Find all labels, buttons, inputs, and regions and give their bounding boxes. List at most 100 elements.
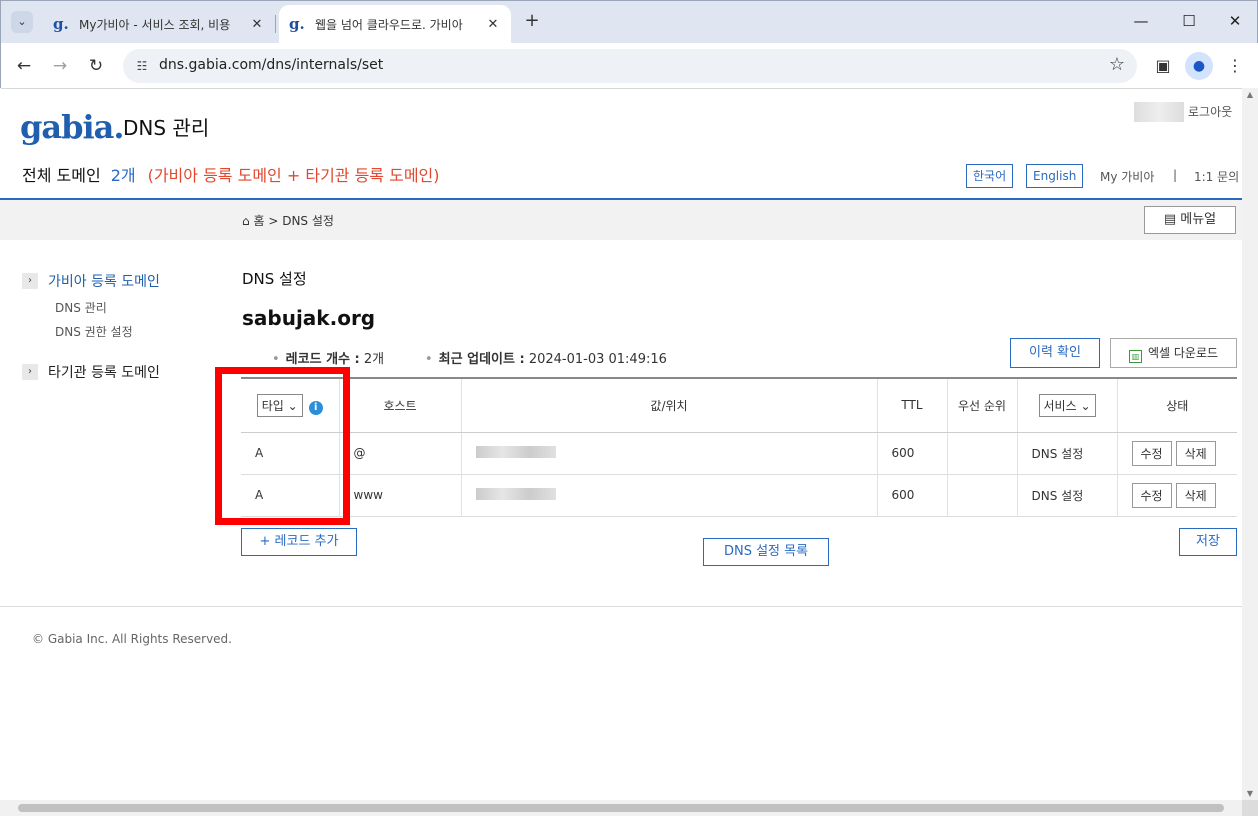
address-bar[interactable]: ☷ dns.gabia.com/dns/internals/set ☆ (123, 49, 1137, 83)
cell-value-redacted (460, 474, 877, 517)
close-window-icon[interactable]: ✕ (1223, 9, 1247, 33)
forward-icon[interactable]: → (47, 53, 73, 79)
sidebar-item-other-domains[interactable]: › 타기관 등록 도메인 (22, 362, 160, 382)
scrollbar-corner (1242, 800, 1258, 816)
bookmark-star-icon[interactable]: ☆ (1109, 54, 1125, 75)
service-filter-select[interactable]: 서비스 ⌄ (1038, 393, 1096, 417)
scroll-down-icon[interactable]: ▼ (1242, 789, 1258, 798)
summary-label: 전체 도메인 (22, 166, 101, 185)
excel-icon: ▥ (1128, 350, 1142, 363)
tab-strip: ⌄ g. My가비아 - 서비스 조회, 비용 ✕ g. 웹을 넘어 클라우드로… (1, 1, 1258, 43)
value-header: 값/위치 (460, 377, 877, 433)
summary-detail: (가비아 등록 도메인 + 타기관 등록 도메인) (147, 166, 440, 185)
page-content: gabia. DNS 관리 로그아웃 전체 도메인 2개 (가비아 등록 도메인 +… (0, 88, 1242, 800)
tab-search-icon[interactable]: ⌄ (11, 11, 33, 33)
cell-host: www (338, 474, 461, 517)
user-name-redacted (1134, 102, 1184, 122)
browser-chrome: ⌄ g. My가비아 - 서비스 조회, 비용 ✕ g. 웹을 넘어 클라우드로… (0, 0, 1258, 89)
cell-status: 수정 삭제 (1116, 474, 1237, 517)
status-header: 상태 (1116, 377, 1237, 433)
record-count: • 레코드 개수 : 2개 (272, 352, 385, 367)
browser-menu-icon[interactable]: ⋮ (1221, 52, 1249, 80)
lang-english-button[interactable]: English (1026, 164, 1084, 188)
tab-title: 웹을 넘어 클라우드로. 가비아 (315, 17, 463, 32)
app-title: DNS 관리 (123, 116, 210, 140)
maximize-icon[interactable]: ☐ (1177, 9, 1201, 33)
side-panel-icon[interactable]: ▣ (1149, 52, 1177, 80)
dns-records-table: 타입 ⌄ i 호스트 값/위치 TTL 우선 순위 서비스 ⌄ 상태 A @ 60… (241, 377, 1237, 517)
ttl-header: TTL (876, 377, 947, 433)
cell-host: @ (338, 432, 461, 475)
footer-divider (0, 606, 1242, 607)
breadcrumb: ⌂ 홈 > DNS 설정 (242, 212, 334, 229)
domain-summary: 전체 도메인 2개 (가비아 등록 도메인 + 타기관 등록 도메인) (22, 162, 440, 186)
highlight-annotation-box (215, 367, 350, 525)
summary-count[interactable]: 2개 (111, 166, 136, 185)
logout-link[interactable]: 로그아웃 (1188, 103, 1232, 120)
manual-button[interactable]: ▤ 메뉴얼 (1144, 206, 1236, 234)
home-icon[interactable]: ⌂ (242, 214, 250, 228)
tab-my-gabia[interactable]: g. My가비아 - 서비스 조회, 비용 ✕ (43, 5, 275, 43)
close-tab-icon[interactable]: ✕ (485, 17, 501, 32)
new-tab-icon[interactable]: + (521, 11, 543, 33)
edit-button[interactable]: 수정 (1131, 482, 1172, 508)
gabia-favicon-icon: g. (53, 15, 69, 33)
sidebar-item-dns-permission[interactable]: DNS 권한 설정 (55, 323, 133, 340)
edit-button[interactable]: 수정 (1131, 440, 1172, 466)
vertical-scrollbar[interactable]: ▲ ▼ (1242, 88, 1258, 800)
save-button[interactable]: 저장 (1179, 528, 1237, 556)
horizontal-scroll-thumb[interactable] (18, 804, 1224, 812)
cell-status: 수정 삭제 (1116, 432, 1237, 475)
breadcrumb-bar: ⌂ 홈 > DNS 설정 ▤ 메뉴얼 (0, 200, 1242, 240)
cell-priority (946, 432, 1017, 475)
copyright-text: © Gabia Inc. All Rights Reserved. (32, 632, 232, 646)
reload-icon[interactable]: ↻ (83, 53, 109, 79)
last-update: • 최근 업데이트 : 2024-01-03 01:49:16 (425, 352, 667, 367)
domain-name: sabujak.org (242, 306, 376, 330)
service-header: 서비스 ⌄ (1016, 377, 1117, 433)
table-row: A www 600 DNS 설정 수정 삭제 (241, 474, 1237, 517)
tab-title: My가비아 - 서비스 조회, 비용 (79, 17, 231, 32)
history-button[interactable]: 이력 확인 (1010, 338, 1100, 368)
site-settings-icon[interactable]: ☷ (133, 57, 151, 75)
breadcrumb-home[interactable]: 홈 (253, 214, 264, 228)
sidebar-item-dns-manage[interactable]: DNS 관리 (55, 299, 107, 316)
host-header: 호스트 (338, 377, 461, 433)
breadcrumb-separator: > (268, 214, 279, 228)
top-link-separator: | (1173, 168, 1178, 182)
cell-ttl: 600 (876, 474, 947, 517)
cell-value-redacted (460, 432, 877, 475)
add-record-button[interactable]: + 레코드 추가 (241, 528, 357, 556)
scroll-up-icon[interactable]: ▲ (1242, 90, 1258, 99)
chevron-right-icon: › (22, 273, 38, 289)
manual-icon: ▤ (1163, 212, 1181, 227)
back-icon[interactable]: ← (11, 53, 37, 79)
lang-korean-button[interactable]: 한국어 (966, 164, 1014, 188)
cell-ttl: 600 (876, 432, 947, 475)
delete-button[interactable]: 삭제 (1175, 482, 1216, 508)
tab-gabia-home[interactable]: g. 웹을 넘어 클라우드로. 가비아 ✕ (279, 5, 511, 43)
minimize-icon[interactable]: — (1129, 9, 1153, 33)
cell-priority (946, 474, 1017, 517)
table-row: A @ 600 DNS 설정 수정 삭제 (241, 432, 1237, 475)
profile-avatar-icon[interactable]: ● (1185, 52, 1213, 80)
delete-button[interactable]: 삭제 (1175, 440, 1216, 466)
gabia-logo[interactable]: gabia. (20, 108, 125, 146)
priority-header: 우선 순위 (946, 377, 1017, 433)
tab-separator (275, 15, 276, 33)
cell-service: DNS 설정 (1016, 474, 1117, 517)
url-text[interactable]: dns.gabia.com/dns/internals/set (159, 57, 383, 73)
chevron-right-icon: › (22, 364, 38, 380)
dns-list-button[interactable]: DNS 설정 목록 (703, 538, 829, 566)
inquiry-link[interactable]: 1:1 문의 (1194, 168, 1239, 185)
cell-service: DNS 설정 (1016, 432, 1117, 475)
my-gabia-link[interactable]: My 가비아 (1100, 168, 1154, 185)
breadcrumb-current: DNS 설정 (282, 214, 334, 228)
excel-download-button[interactable]: ▥ 엑셀 다운로드 (1110, 338, 1237, 368)
gabia-favicon-icon: g. (289, 15, 305, 33)
horizontal-scrollbar[interactable] (0, 800, 1242, 816)
sidebar-item-label: 타기관 등록 도메인 (48, 365, 160, 381)
browser-toolbar: ← → ↻ ☷ dns.gabia.com/dns/internals/set … (1, 43, 1258, 89)
close-tab-icon[interactable]: ✕ (249, 17, 265, 32)
sidebar-item-gabia-domains[interactable]: › 가비아 등록 도메인 (22, 271, 160, 291)
